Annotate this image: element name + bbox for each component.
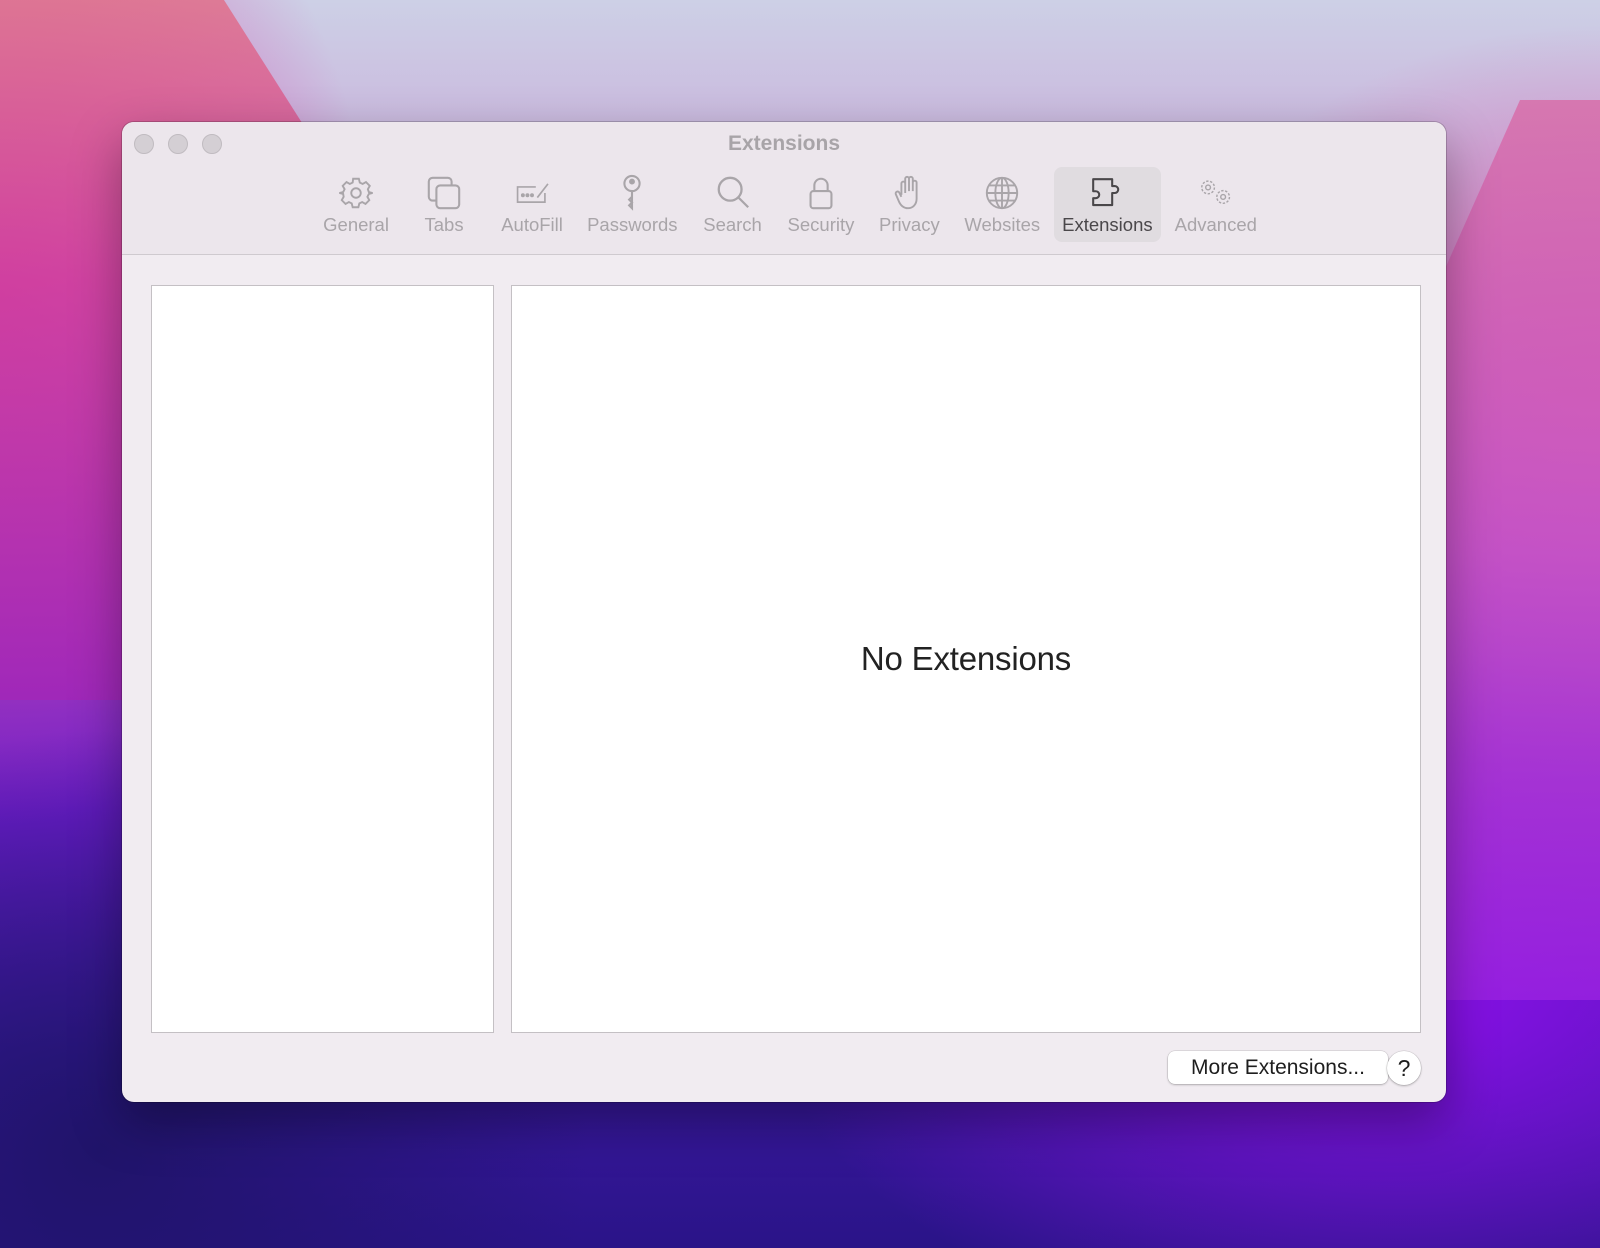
tab-label: Advanced <box>1174 214 1257 235</box>
tabs-icon <box>427 176 461 210</box>
titlebar: Extensions General Tabs AutoFill Passwor… <box>122 122 1446 255</box>
tab-label: Privacy <box>879 214 940 235</box>
tab-label: Tabs <box>424 214 464 235</box>
safari-preferences-window: Extensions General Tabs AutoFill Passwor… <box>122 122 1446 1102</box>
globe-icon <box>986 176 1019 210</box>
tab-label: Extensions <box>1062 214 1153 235</box>
tab-label: Websites <box>964 214 1041 235</box>
tab-passwords[interactable]: Passwords <box>579 167 685 242</box>
tab-label: Security <box>787 214 855 235</box>
tab-search[interactable]: Search <box>692 167 774 242</box>
tab-websites[interactable]: Websites <box>956 167 1048 242</box>
window-title: Extensions <box>727 132 841 155</box>
empty-state-message: No Extensions <box>860 640 1072 677</box>
tab-privacy[interactable]: Privacy <box>868 167 950 242</box>
key-icon <box>623 174 641 211</box>
tab-advanced[interactable]: Advanced <box>1167 167 1265 242</box>
tab-label: General <box>323 214 389 235</box>
gears-icon <box>1200 180 1230 205</box>
tab-security[interactable]: Security <box>780 167 863 242</box>
tab-tabs[interactable]: Tabs <box>403 167 485 242</box>
tab-label: Passwords <box>587 214 678 235</box>
tab-general[interactable]: General <box>315 167 397 242</box>
help-button[interactable]: ? <box>1387 1051 1421 1085</box>
autofill-icon <box>516 183 549 203</box>
more-extensions-button[interactable]: More Extensions... <box>1168 1051 1388 1084</box>
extension-detail-pane: No Extensions <box>511 285 1421 1033</box>
extensions-list[interactable] <box>151 285 494 1033</box>
lock-icon <box>809 177 833 210</box>
hand-icon <box>895 175 918 210</box>
tab-autofill[interactable]: AutoFill <box>491 167 573 242</box>
tab-label: AutoFill <box>501 214 563 235</box>
puzzle-icon <box>1092 178 1120 207</box>
preferences-toolbar: General Tabs AutoFill Passwords Search S… <box>122 167 1446 242</box>
search-icon <box>717 176 749 209</box>
tab-label: Search <box>703 214 762 235</box>
tab-extensions[interactable]: Extensions <box>1054 167 1161 242</box>
extensions-panel: No Extensions More Extensions... ? <box>122 255 1446 1102</box>
gear-icon <box>339 177 373 209</box>
